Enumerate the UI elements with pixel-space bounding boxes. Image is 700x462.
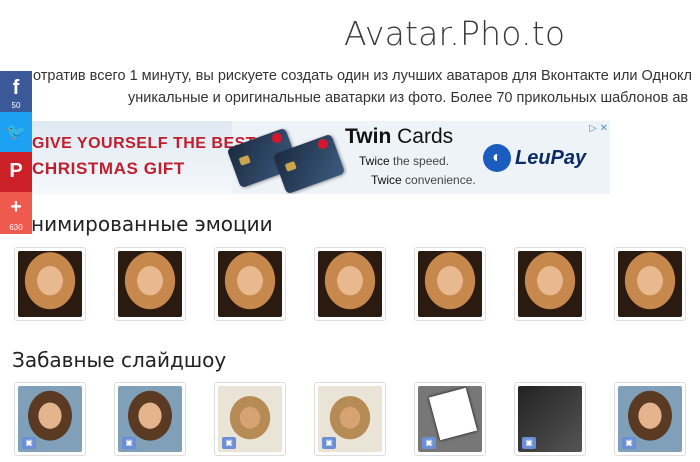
twitter-icon: 🐦 (6, 124, 26, 141)
template-preview-image: ▣ (518, 386, 582, 452)
section-title-animated: нимированные эмоции (31, 212, 273, 236)
slideshow-icon: ▣ (322, 437, 336, 449)
template-thumbnail[interactable] (14, 247, 86, 321)
template-thumbnail[interactable]: ▣ (614, 382, 686, 456)
ad-tagline-1-bold: Twice (359, 154, 390, 168)
template-thumbnail[interactable] (614, 247, 686, 321)
slideshow-icon: ▣ (22, 437, 36, 449)
leupay-logo-icon: ◐ (483, 144, 511, 172)
template-preview-image (318, 251, 382, 317)
pinterest-share-button[interactable]: P (0, 152, 32, 192)
animated-emotions-gallery (14, 247, 700, 327)
ad-background (32, 121, 232, 194)
ad-banner[interactable]: GIVE YOURSELF THE BEST CHRISTMAS GIFT Tw… (32, 121, 610, 194)
ad-product-name: Twin Cards (345, 125, 453, 149)
ad-tagline-2-bold: Twice (371, 173, 402, 187)
template-preview-image: ▣ (218, 386, 282, 452)
pinterest-icon: P (9, 160, 23, 182)
template-preview-image (18, 251, 82, 317)
template-preview-image (418, 251, 482, 317)
template-thumbnail[interactable] (114, 247, 186, 321)
more-share-count: 630 (9, 223, 23, 232)
site-title[interactable]: Avatar.Pho.to (344, 14, 565, 53)
ad-tagline-2: Twice convenience. (371, 173, 476, 187)
ad-product-name-rest: Cards (391, 125, 454, 148)
ad-product-name-bold: Twin (345, 125, 392, 148)
template-preview-image (618, 251, 682, 317)
ad-tagline-2-rest: convenience. (401, 173, 476, 187)
slideshow-icon: ▣ (622, 437, 636, 449)
template-preview-image: ▣ (318, 386, 382, 452)
slideshows-gallery: ▣ ▣ ▣ ▣ ▣ ▣ ▣ (14, 382, 700, 462)
facebook-icon: f (12, 77, 20, 99)
more-share-button[interactable]: + 630 (0, 192, 32, 234)
template-thumbnail[interactable]: ▣ (414, 382, 486, 456)
intro-line-2: уникальные и оригинальные аватарки из фо… (128, 90, 689, 106)
slideshow-icon: ▣ (122, 437, 136, 449)
template-thumbnail[interactable]: ▣ (114, 382, 186, 456)
template-thumbnail[interactable] (214, 247, 286, 321)
template-thumbnail[interactable] (514, 247, 586, 321)
section-title-slideshows: Забавные слайдшоу (12, 348, 227, 372)
template-thumbnail[interactable]: ▣ (14, 382, 86, 456)
facebook-share-count: 50 (11, 101, 21, 110)
slideshow-icon: ▣ (422, 437, 436, 449)
template-preview-image: ▣ (118, 386, 182, 452)
intro-line-1: отратив всего 1 минуту, вы рискуете созд… (33, 68, 693, 84)
ad-tagline-1: Twice the speed. (359, 154, 449, 168)
template-thumbnail[interactable] (314, 247, 386, 321)
template-thumbnail[interactable]: ▣ (314, 382, 386, 456)
template-preview-image: ▣ (18, 386, 82, 452)
ad-headline-1: GIVE YOURSELF THE BEST (32, 135, 257, 152)
template-thumbnail[interactable] (414, 247, 486, 321)
template-thumbnail[interactable]: ▣ (214, 382, 286, 456)
template-thumbnail[interactable]: ▣ (514, 382, 586, 456)
twitter-share-button[interactable]: 🐦 (0, 112, 32, 152)
template-preview-image: ▣ (618, 386, 682, 452)
template-preview-image (218, 251, 282, 317)
slideshow-icon: ▣ (522, 437, 536, 449)
ad-choices-icon[interactable]: ▷ ✕ (589, 123, 608, 134)
plus-icon: + (10, 196, 22, 218)
share-sidebar: f 50 🐦 P + 630 (0, 71, 32, 234)
template-preview-image (118, 251, 182, 317)
ad-headline-2: CHRISTMAS GIFT (32, 159, 185, 178)
template-preview-image (518, 251, 582, 317)
template-preview-image: ▣ (418, 386, 482, 452)
ad-brand-name: LeuPay (515, 147, 587, 169)
intro-text: отратив всего 1 минуту, вы рискуете созд… (0, 66, 700, 110)
slideshow-icon: ▣ (222, 437, 236, 449)
ad-tagline-1-rest: the speed. (389, 154, 450, 168)
facebook-share-button[interactable]: f 50 (0, 71, 32, 112)
